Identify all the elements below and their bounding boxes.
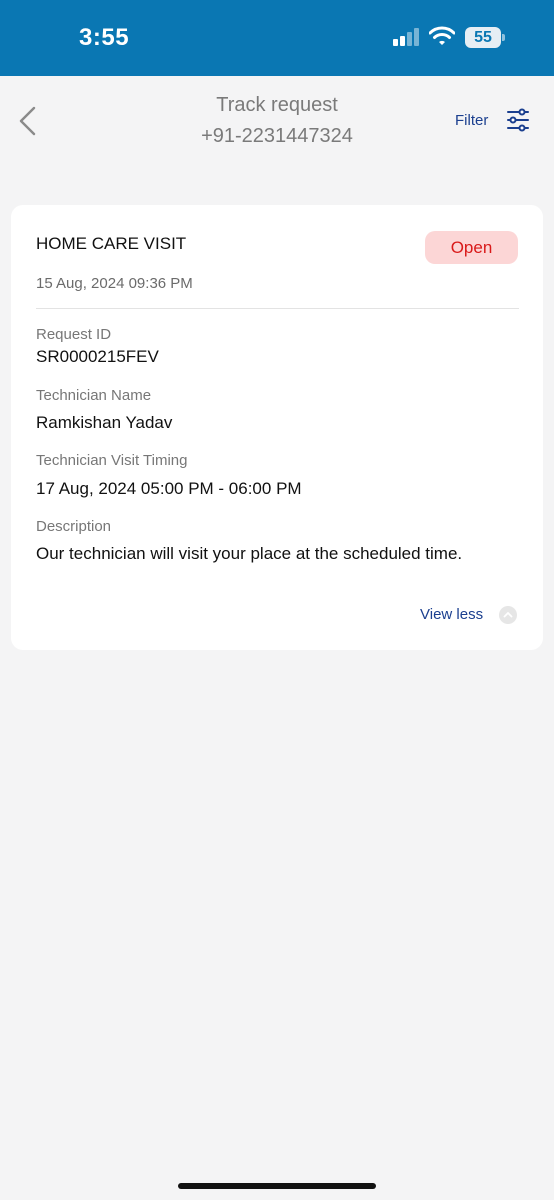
sliders-icon[interactable] <box>506 108 530 132</box>
visit-timing-label: Technician Visit Timing <box>36 452 188 469</box>
status-bar: 3:55 55 <box>0 0 554 76</box>
view-less-button[interactable]: View less <box>420 606 483 623</box>
description-label: Description <box>36 518 112 535</box>
cellular-signal-icon <box>393 28 423 46</box>
visit-timing-value: 17 Aug, 2024 05:00 PM - 06:00 PM <box>36 479 302 498</box>
technician-name-label: Technician Name <box>36 387 152 404</box>
status-badge: Open <box>425 231 518 264</box>
description-value: Our technician will visit your place at … <box>36 544 463 563</box>
wifi-icon <box>429 26 455 45</box>
battery-level: 55 <box>465 27 501 48</box>
request-card: HOME CARE VISIT Open 15 Aug, 2024 09:36 … <box>11 205 543 650</box>
request-type-title: HOME CARE VISIT <box>36 234 187 253</box>
filter-button[interactable]: Filter <box>455 112 488 129</box>
page-header: Track request +91-2231447324 Filter <box>0 76 554 186</box>
chevron-up-circle-icon[interactable] <box>499 606 517 624</box>
home-indicator <box>178 1183 376 1189</box>
battery-tip <box>502 34 505 41</box>
status-time: 3:55 <box>79 24 130 51</box>
divider <box>36 308 519 309</box>
request-id-label: Request ID <box>36 326 112 343</box>
request-created-date: 15 Aug, 2024 09:36 PM <box>36 275 193 292</box>
technician-name-value: Ramkishan Yadav <box>36 413 173 432</box>
request-id-value: SR0000215FEV <box>36 347 159 366</box>
